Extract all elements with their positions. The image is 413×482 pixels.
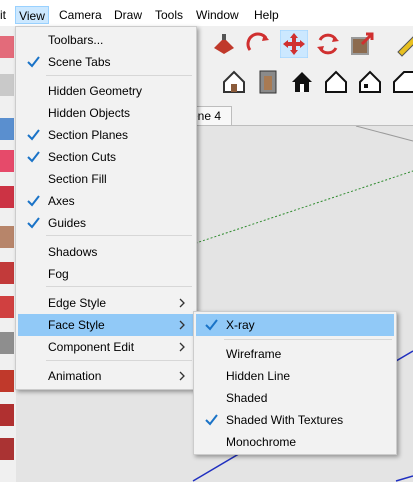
- main-toolbar: [196, 26, 413, 65]
- protractor-icon[interactable]: [0, 296, 14, 318]
- menu-item-shadows[interactable]: Shadows: [18, 241, 194, 263]
- menu-item-label: Toolbars...: [48, 33, 104, 47]
- menu-separator: [46, 235, 192, 236]
- menu-item-label: Hidden Line: [226, 369, 291, 383]
- menu-window[interactable]: Window: [196, 6, 239, 24]
- text-icon[interactable]: [0, 332, 14, 354]
- menu-item-label: Guides: [48, 216, 87, 230]
- menu-draw[interactable]: Draw: [114, 6, 142, 24]
- menu-view[interactable]: View: [15, 6, 49, 24]
- chevron-right-icon: [178, 292, 186, 314]
- menu-separator: [46, 286, 192, 287]
- pan-icon[interactable]: [0, 404, 14, 426]
- menu-camera[interactable]: Camera: [59, 6, 102, 24]
- menu-item-label: Face Style: [48, 318, 105, 332]
- push-pull-icon[interactable]: [0, 118, 14, 140]
- home-back-icon[interactable]: [356, 68, 384, 96]
- menu-item-hidden-objects[interactable]: Hidden Objects: [18, 102, 194, 124]
- menu-help[interactable]: Help: [254, 6, 279, 24]
- follow-icon[interactable]: [0, 262, 14, 284]
- menu-item-label: Animation: [48, 369, 102, 383]
- menu-item-label: Hidden Geometry: [48, 84, 143, 98]
- menu-item-fog[interactable]: Fog: [18, 263, 194, 285]
- left-toolbar: [0, 26, 16, 481]
- menu-edit[interactable]: it: [0, 6, 6, 24]
- pencil-icon[interactable]: [0, 150, 14, 172]
- door-icon[interactable]: [254, 68, 282, 96]
- home-right-icon[interactable]: [322, 68, 350, 96]
- face-style-hidden-line[interactable]: Hidden Line: [196, 365, 394, 387]
- menu-item-scene-tabs[interactable]: Scene Tabs: [18, 51, 194, 73]
- views-toolbar: [196, 64, 413, 102]
- zoom-icon[interactable]: [0, 438, 14, 460]
- menu-item-section-cuts[interactable]: Section Cuts: [18, 146, 194, 168]
- offset-icon[interactable]: [0, 226, 14, 248]
- menu-tools[interactable]: Tools: [155, 6, 183, 24]
- menu-item-label: Section Cuts: [48, 150, 117, 164]
- checkmark-icon: [26, 124, 40, 146]
- menu-item-face-style[interactable]: Face Style: [18, 314, 194, 336]
- menu-item-label: Monochrome: [226, 435, 297, 449]
- checkmark-icon: [204, 314, 218, 336]
- face-style-monochrome[interactable]: Monochrome: [196, 431, 394, 453]
- menu-item-animation[interactable]: Animation: [18, 365, 194, 387]
- menu-item-label: Wireframe: [226, 347, 282, 361]
- checkmark-icon: [204, 409, 218, 431]
- menu-item-label: Scene Tabs: [48, 55, 111, 69]
- paint-icon[interactable]: [210, 30, 238, 58]
- home-front-icon[interactable]: [288, 68, 316, 96]
- menu-item-hidden-geometry[interactable]: Hidden Geometry: [18, 80, 194, 102]
- eraser-icon[interactable]: [0, 36, 14, 58]
- face-style-submenu: X-ray Wireframe Hidden Line Shaded Shaded Wi…: [193, 311, 397, 455]
- checkmark-icon: [26, 146, 40, 168]
- view-menu: Toolbars... Scene Tabs Hidden Geometry Hidd…: [15, 26, 197, 390]
- refresh-icon[interactable]: [314, 30, 342, 58]
- menu-item-label: Section Fill: [48, 172, 107, 186]
- menu-item-section-planes[interactable]: Section Planes: [18, 124, 194, 146]
- menu-item-edge-style[interactable]: Edge Style: [18, 292, 194, 314]
- chevron-right-icon: [178, 336, 186, 358]
- menu-item-label: Hidden Objects: [48, 106, 131, 120]
- tag-icon[interactable]: [390, 68, 413, 96]
- scale-icon[interactable]: [348, 30, 376, 58]
- menu-item-label: Component Edit: [48, 340, 135, 354]
- select-icon[interactable]: [0, 74, 14, 96]
- face-style-shaded[interactable]: Shaded: [196, 387, 394, 409]
- menu-item-label: Edge Style: [48, 296, 107, 310]
- menu-separator: [224, 339, 392, 340]
- menu-item-label: Shaded: [226, 391, 268, 405]
- face-style-x-ray[interactable]: X-ray: [196, 314, 394, 336]
- chevron-right-icon: [178, 314, 186, 336]
- face-style-shaded-with-textures[interactable]: Shaded With Textures: [196, 409, 394, 431]
- menu-separator: [46, 75, 192, 76]
- menu-item-section-fill[interactable]: Section Fill: [18, 168, 194, 190]
- rotate-icon[interactable]: [244, 30, 272, 58]
- arc-icon[interactable]: [0, 186, 14, 208]
- menu-item-toolbars[interactable]: Toolbars...: [18, 29, 194, 51]
- checkmark-icon: [26, 212, 40, 234]
- house-iso-icon[interactable]: [220, 68, 248, 96]
- tape-icon[interactable]: [392, 30, 413, 58]
- move-icon[interactable]: [280, 30, 308, 58]
- menu-item-label: X-ray: [226, 318, 255, 332]
- menu-item-label: Fog: [48, 267, 69, 281]
- checkmark-icon: [26, 51, 40, 73]
- menu-item-label: Shaded With Textures: [226, 413, 344, 427]
- menu-item-label: Section Planes: [48, 128, 129, 142]
- orbit-icon[interactable]: [0, 370, 14, 392]
- menu-bar: it View Camera Draw Tools Window Help: [0, 0, 413, 26]
- menu-item-label: Shadows: [48, 245, 98, 259]
- menu-item-guides[interactable]: Guides: [18, 212, 194, 234]
- checkmark-icon: [26, 190, 40, 212]
- face-style-wireframe[interactable]: Wireframe: [196, 343, 394, 365]
- menu-item-component-edit[interactable]: Component Edit: [18, 336, 194, 358]
- menu-separator: [46, 360, 192, 361]
- chevron-right-icon: [178, 365, 186, 387]
- menu-item-label: Axes: [48, 194, 75, 208]
- menu-item-axes[interactable]: Axes: [18, 190, 194, 212]
